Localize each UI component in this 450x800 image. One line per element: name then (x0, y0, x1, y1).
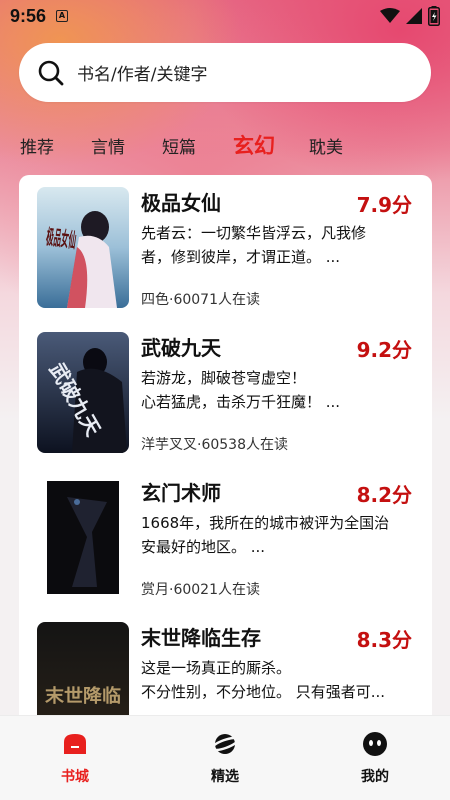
nav-label: 我的 (361, 769, 389, 785)
tab-short[interactable]: 短篇 (162, 133, 196, 158)
book-title: 武破九天 (141, 336, 221, 360)
search-bar[interactable]: 书名/作者/关键字 (19, 43, 431, 102)
book-item[interactable]: 玄门术师 8.2分 1668年，我所在的城市被评为全国治 安最好的地区。 ...… (19, 465, 432, 600)
desc-line: 不分性别，不分地位。 只有强者可... (141, 683, 386, 701)
book-meta: 赏月·60021人在读 (141, 582, 260, 598)
nav-label: 书城 (61, 769, 89, 785)
tab-recommend[interactable]: 推荐 (20, 133, 54, 158)
book-title: 极品女仙 (141, 191, 221, 215)
status-time: 9:56 (10, 5, 47, 26)
desc-line: 这是一场真正的厮杀。 (141, 659, 292, 677)
desc-line: 安最好的地区。 ... (141, 538, 266, 556)
bookstore-icon (64, 734, 86, 754)
book-meta: 四色·60071人在读 (141, 292, 260, 308)
desc-line: 者，修到彼岸，才谓正道。 ... (141, 248, 341, 266)
book-item[interactable]: 极品女仙 极品女仙 7.9分 先者云：一切繁华皆浮云，凡我修 者，修到彼岸，才谓… (19, 175, 432, 310)
cover-title: 末世降临 (45, 685, 121, 707)
book-meta: 洋芋叉叉·60538人在读 (141, 437, 288, 453)
book-description: 这是一场真正的厮杀。 不分性别，不分地位。 只有强者可... (141, 656, 413, 704)
book-cover: 极品女仙 (37, 187, 129, 308)
book-item[interactable]: 武破九天 武破九天 9.2分 若游龙，脚破苍穹虚空！ 心若猛虎，击杀万千狂魔！ … (19, 320, 432, 455)
nav-label: 精选 (211, 769, 239, 785)
book-description: 若游龙，脚破苍穹虚空！ 心若猛虎，击杀万千狂魔！ ... (141, 366, 413, 414)
cover-title: 极品女仙 (45, 225, 78, 253)
tab-romance[interactable]: 言情 (91, 133, 125, 158)
book-title: 末世降临生存 (141, 626, 261, 650)
wifi-icon (380, 8, 400, 23)
desc-line: 先者云：一切繁华皆浮云，凡我修 (141, 224, 367, 242)
tab-danmei[interactable]: 耽美 (309, 133, 343, 158)
search-icon (38, 60, 64, 85)
notification-icon: A (56, 10, 69, 22)
book-score: 9.2分 (356, 338, 412, 362)
planet-icon (211, 734, 239, 754)
book-description: 1668年，我所在的城市被评为全国治 安最好的地区。 ... (141, 511, 413, 559)
desc-line: 若游龙，脚破苍穹虚空！ (141, 369, 307, 387)
battery-icon (428, 6, 440, 26)
nav-featured[interactable]: 精选 (150, 716, 300, 800)
desc-line: 心若猛虎，击杀万千狂魔！ ... (141, 393, 341, 411)
book-description: 先者云：一切繁华皆浮云，凡我修 者，修到彼岸，才谓正道。 ... (141, 221, 413, 269)
category-tabs: 推荐 言情 短篇 玄幻 耽美 (20, 128, 380, 162)
tab-fantasy[interactable]: 玄幻 (233, 130, 275, 160)
book-cover: 武破九天 (37, 332, 129, 453)
book-score: 8.3分 (356, 628, 412, 652)
nav-profile[interactable]: 我的 (300, 716, 450, 800)
profile-face-icon (363, 732, 387, 756)
status-bar: 9:56 A (0, 0, 450, 32)
book-score: 7.9分 (356, 193, 412, 217)
book-score: 8.2分 (356, 483, 412, 507)
book-list: 极品女仙 极品女仙 7.9分 先者云：一切繁华皆浮云，凡我修 者，修到彼岸，才谓… (19, 175, 432, 735)
desc-line: 1668年，我所在的城市被评为全国治 (141, 514, 390, 532)
book-title: 玄门术师 (141, 481, 221, 505)
signal-icon (406, 8, 422, 24)
book-cover (37, 477, 129, 598)
search-placeholder: 书名/作者/关键字 (77, 65, 208, 85)
bottom-nav: 书城 精选 我的 (0, 715, 450, 800)
nav-bookstore[interactable]: 书城 (0, 716, 150, 800)
